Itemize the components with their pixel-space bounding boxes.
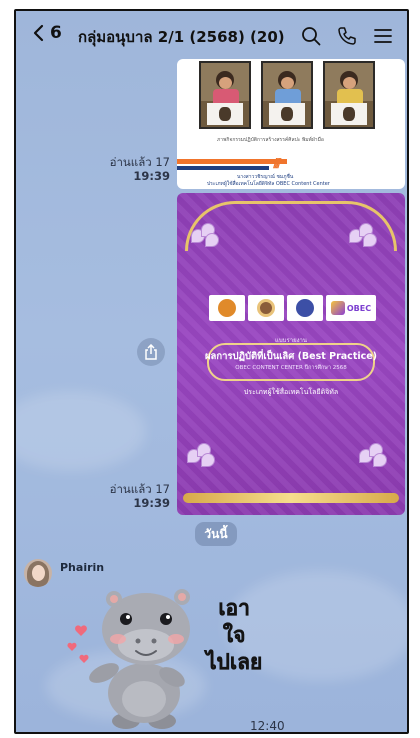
- chevron-left-icon: [33, 24, 44, 42]
- orchid-decor: [187, 443, 217, 469]
- date-separator: วันนี้: [195, 522, 237, 546]
- sticker-text: เอา ใจ ไปเลย: [206, 596, 263, 674]
- activity-photo: [323, 61, 375, 129]
- share-button[interactable]: [137, 338, 165, 366]
- read-receipt: อ่านแล้ว 17: [109, 482, 170, 496]
- orange-stripe: [177, 159, 287, 164]
- activity-photo: [199, 61, 251, 129]
- share-icon: [145, 344, 157, 360]
- sender-name: Phairin: [60, 561, 105, 574]
- logo-row: OBEC: [209, 295, 376, 321]
- avatar[interactable]: [24, 559, 52, 587]
- image-message-photos[interactable]: ภาพกิจกรรมปฏิบัติการสร้างสรรค์ศิลปะ พิมพ…: [177, 59, 405, 189]
- search-icon[interactable]: [300, 25, 322, 47]
- photo-caption: ภาพกิจกรรมปฏิบัติการสร้างสรรค์ศิลปะ พิมพ…: [217, 137, 324, 143]
- report-kicker: แบบรายงาน: [275, 337, 307, 344]
- report-subtitle: OBEC CONTENT CENTER ปีการศึกษา 2568: [235, 365, 347, 371]
- unread-count: 6: [50, 23, 62, 43]
- message-time: 19:39: [133, 496, 170, 510]
- orchid-decor: [349, 223, 379, 249]
- phone-icon[interactable]: [336, 25, 358, 47]
- menu-icon[interactable]: [372, 25, 394, 47]
- orchid-decor: [359, 443, 389, 469]
- hippo-illustration: [67, 589, 190, 729]
- chevron-decor: ////: [273, 156, 281, 170]
- message-meta: อ่านแล้ว 17 19:39: [20, 482, 170, 510]
- chat-title: กลุ่มอนุบาล 2/1 (2568) (20): [78, 28, 285, 46]
- hippo-sticker[interactable]: เอา ใจ ไปเลย: [64, 575, 264, 731]
- report-title: ผลการปฏิบัติที่เป็นเลิศ (Best Practice): [204, 351, 378, 362]
- card-footer-category: ประเภทผู้ใช้สื่อเทคโนโลยีดิจิทัล OBEC Co…: [207, 181, 330, 187]
- orchid-decor: [191, 223, 221, 249]
- back-button[interactable]: 6: [32, 23, 62, 43]
- emblem-logo: [209, 295, 245, 321]
- chat-header: 6 กลุ่มอนุบาล 2/1 (2568) (20): [16, 11, 407, 63]
- obec-content-center-logo: OBEC: [326, 295, 376, 321]
- message-time: 12:40: [250, 719, 285, 733]
- read-receipt: อ่านแล้ว 17: [109, 155, 170, 169]
- activity-photo: [261, 61, 313, 129]
- gold-base: [183, 493, 399, 503]
- blue-stripe: [177, 166, 269, 170]
- message-time: 19:39: [133, 169, 170, 183]
- image-message-report-cover[interactable]: OBEC แบบรายงาน ผลการปฏิบัติที่เป็นเลิศ (…: [177, 193, 405, 515]
- chat-window: 6 กลุ่มอนุบาล 2/1 (2568) (20) ภาพกิจกรรม…: [14, 9, 409, 734]
- obec-seal-logo: [248, 295, 284, 321]
- report-category: ประเภทผู้ใช้สื่อเทคโนโลยีดิจิทัล: [243, 388, 339, 396]
- school-logo: [287, 295, 323, 321]
- message-meta: อ่านแล้ว 17 19:39: [20, 155, 170, 183]
